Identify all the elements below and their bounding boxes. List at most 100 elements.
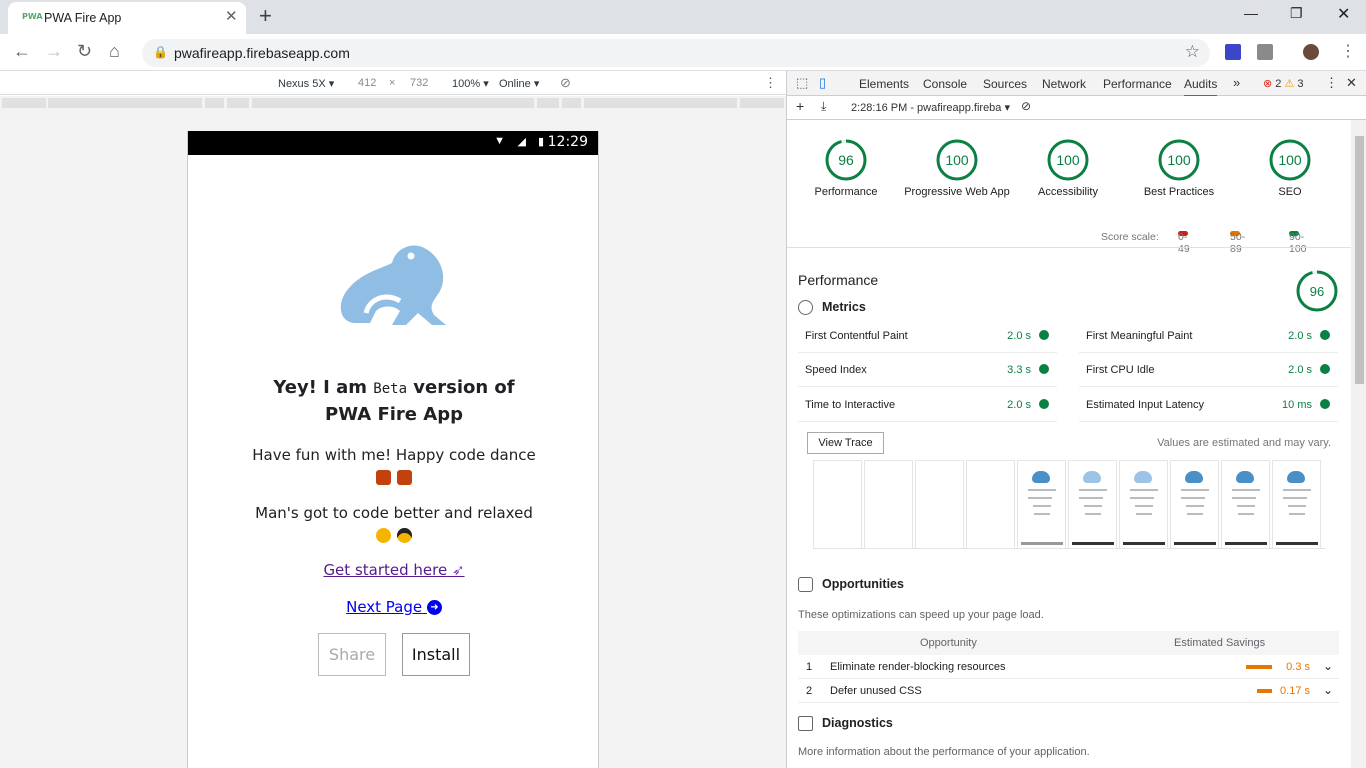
savings-bar	[1246, 665, 1272, 669]
share-button[interactable]: Share	[318, 633, 386, 676]
address-bar[interactable]: 🔒 pwafireapp.firebaseapp.com ☆	[142, 39, 1210, 67]
media-query-ruler[interactable]	[0, 96, 786, 110]
tab-strip: PWA PWA Fire App ✕ + — ❐ ✕	[0, 0, 1366, 34]
ruler-segment[interactable]	[740, 98, 784, 108]
menu-kebab-icon[interactable]: ⋮	[1340, 41, 1356, 61]
opportunity-row[interactable]: 1 Eliminate render-blocking resources 0.…	[798, 655, 1339, 679]
audit-toolbar: + ⤓ 2:28:16 PM - pwafireapp.fireba ▾ ⊘	[787, 96, 1366, 120]
bookmark-star-icon[interactable]: ☆	[1185, 42, 1200, 62]
opportunities-header: Opportunities	[798, 577, 904, 593]
devtools-panel: ⬚ ▯ Elements Console Sources Network Per…	[786, 71, 1366, 768]
browser-tab[interactable]: PWA PWA Fire App ✕	[8, 2, 246, 34]
device-select[interactable]: Nexus 5X ▾	[278, 77, 334, 90]
gauge-accessibility[interactable]: 100 Accessibility	[1013, 138, 1123, 199]
opp-col-savings: Estimated Savings	[1174, 637, 1266, 649]
metric-row: First Contentful Paint 2.0 s	[798, 319, 1057, 353]
rotate-icon[interactable]: ⊘	[560, 75, 571, 91]
opportunities-table: Opportunity Estimated Savings 1 Eliminat…	[798, 631, 1339, 703]
wifi-icon: ▼	[494, 135, 505, 147]
arrow-circle-right-icon: ➜	[426, 600, 442, 615]
expand-chevron-icon[interactable]: ⌄	[1323, 659, 1333, 673]
sunglasses-emoji-icon	[397, 528, 412, 543]
man-text-label: Man's got to code better and relaxed	[255, 504, 533, 522]
error-count[interactable]: ⊗ 2 ⚠ 3	[1263, 77, 1304, 90]
ruler-segment[interactable]	[537, 98, 559, 108]
get-started-link[interactable]: Get started here ➶	[188, 561, 600, 579]
minimize-icon[interactable]: —	[1244, 5, 1258, 21]
more-tabs-icon[interactable]: »	[1233, 75, 1240, 90]
next-page-label[interactable]: Next Page	[346, 598, 422, 616]
audit-report: 96 Performance 100 Progressive Web App 1…	[787, 120, 1351, 768]
metrics-header: Metrics	[798, 300, 866, 316]
height-field[interactable]: 732	[410, 77, 428, 89]
gauge-seo[interactable]: 100 SEO	[1235, 138, 1345, 199]
opportunity-row[interactable]: 2 Defer unused CSS 0.17 s ⌄	[798, 679, 1339, 703]
extension-icon[interactable]	[1225, 44, 1241, 60]
gauge-ring-icon: 100	[1158, 139, 1200, 181]
ruler-segment[interactable]	[48, 98, 202, 108]
devtools-close-icon[interactable]: ✕	[1346, 75, 1357, 91]
get-started-label[interactable]: Get started here	[323, 561, 447, 579]
download-icon[interactable]: ⤓	[821, 99, 826, 114]
expand-chevron-icon[interactable]: ⌄	[1323, 683, 1333, 697]
inspect-element-icon[interactable]: ⬚	[796, 75, 808, 91]
metric-name: Estimated Input Latency	[1086, 399, 1205, 411]
devtools-menu-icon[interactable]: ⋮	[1325, 75, 1338, 91]
network-value: Online	[499, 78, 531, 90]
reload-icon[interactable]: ↻	[77, 41, 92, 62]
tab-audits[interactable]: Audits	[1184, 77, 1218, 97]
gauge-best-practices[interactable]: 100 Best Practices	[1124, 138, 1234, 199]
filmstrip-frame	[813, 460, 862, 549]
diagnostics-title: Diagnostics	[822, 716, 893, 730]
scale-red-label: 0-49	[1178, 231, 1190, 255]
profile-avatar[interactable]	[1303, 44, 1319, 60]
diagnostics-header: Diagnostics	[798, 716, 893, 732]
next-page-link[interactable]: Next Page ➜	[188, 598, 600, 616]
ruler-segment[interactable]	[562, 98, 581, 108]
home-icon[interactable]: ⌂	[109, 41, 120, 62]
device-toggle-icon[interactable]: ▯	[819, 75, 826, 91]
window-close-icon[interactable]: ✕	[1337, 4, 1350, 24]
performance-score: 96	[1310, 284, 1324, 299]
pass-check-icon	[1320, 330, 1330, 340]
gauge-ring-icon: 100	[936, 139, 978, 181]
device-viewport-area: ▼ ◢ ▮ 12:29 Yey! I am Beta version of PW…	[0, 110, 786, 768]
tab-sources[interactable]: Sources	[983, 77, 1027, 91]
diagnostics-description: More information about the performance o…	[798, 746, 1090, 758]
tab-performance[interactable]: Performance	[1103, 77, 1172, 91]
ruler-segment[interactable]	[252, 98, 534, 108]
tab-network[interactable]: Network	[1042, 77, 1086, 91]
tab-console[interactable]: Console	[923, 77, 967, 91]
filmstrip-frame	[1119, 460, 1168, 549]
back-icon[interactable]: ←	[13, 41, 31, 62]
battery-icon: ▮	[537, 136, 544, 148]
device-menu-icon[interactable]: ⋮	[764, 75, 777, 91]
warning-count-value: 3	[1297, 78, 1304, 90]
ruler-segment[interactable]	[227, 98, 249, 108]
ruler-segment[interactable]	[205, 98, 224, 108]
new-audit-icon[interactable]: +	[796, 98, 804, 114]
audit-run-select[interactable]: 2:28:16 PM - pwafireapp.fireba ▾	[851, 101, 1010, 114]
pass-check-icon	[1320, 364, 1330, 374]
network-select[interactable]: Online ▾	[499, 77, 539, 90]
lock-icon[interactable]: 🔒	[153, 45, 168, 59]
tab-elements[interactable]: Elements	[859, 77, 909, 91]
gauge-performance[interactable]: 96 Performance	[791, 138, 901, 199]
scrollbar-thumb[interactable]	[1355, 136, 1364, 384]
width-field[interactable]: 412	[358, 77, 376, 89]
facebook-extension-icon[interactable]	[1257, 44, 1273, 60]
metric-value: 10 ms	[1282, 399, 1312, 411]
new-tab-button[interactable]: +	[259, 3, 272, 29]
ruler-segment[interactable]	[2, 98, 46, 108]
url-text[interactable]: pwafireapp.firebaseapp.com	[174, 45, 350, 61]
tab-close-icon[interactable]: ✕	[225, 7, 238, 25]
restore-icon[interactable]: ❐	[1290, 5, 1303, 22]
forward-icon[interactable]: →	[45, 41, 63, 62]
clear-icon[interactable]: ⊘	[1021, 99, 1031, 113]
view-trace-button[interactable]: View Trace	[807, 432, 884, 454]
ruler-segment[interactable]	[584, 98, 737, 108]
report-scrollbar[interactable]	[1351, 120, 1366, 768]
zoom-select[interactable]: 100% ▾	[452, 77, 489, 90]
gauge-pwa[interactable]: 100 Progressive Web App	[902, 138, 1012, 199]
install-button[interactable]: Install	[402, 633, 470, 676]
